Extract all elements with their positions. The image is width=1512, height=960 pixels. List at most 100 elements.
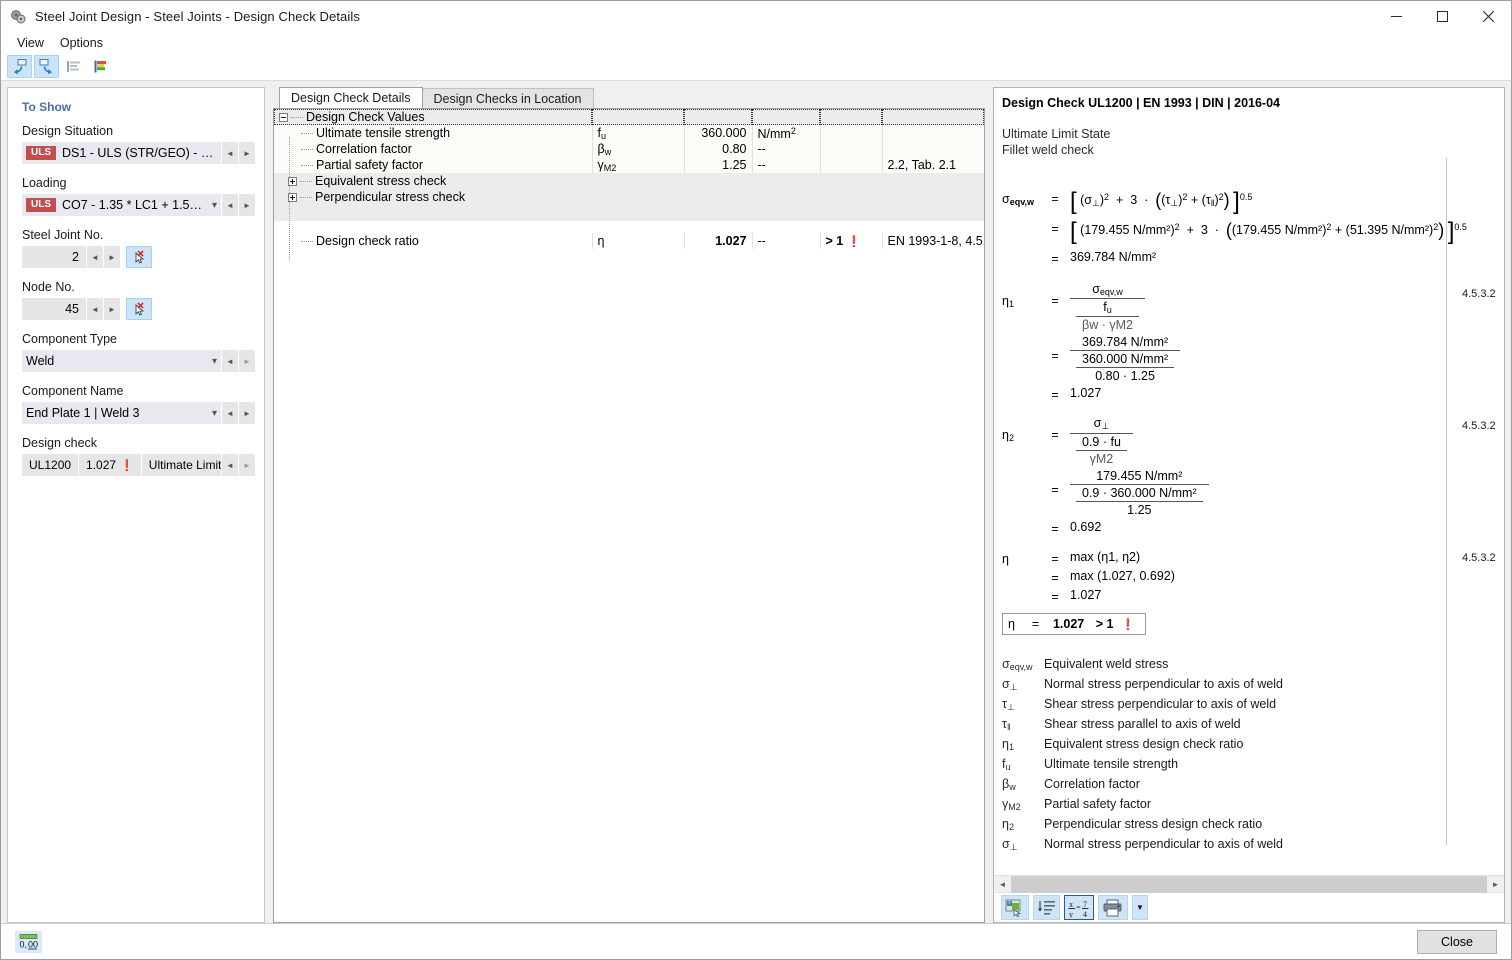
eta2-result: 0.692 [1070, 520, 1102, 534]
design-check-next-button[interactable]: ► [238, 454, 255, 476]
design-situation-prev-button[interactable]: ◄ [221, 142, 238, 164]
expand-icon[interactable] [288, 177, 297, 187]
node-no-input[interactable]: 45 [22, 298, 86, 320]
navigate-back-icon[interactable] [7, 55, 32, 78]
eta-symbol: η [1002, 552, 1009, 566]
insert-picture-icon[interactable] [1001, 895, 1029, 920]
navigate-forward-icon[interactable] [34, 55, 59, 78]
detail-horizontal-scrollbar[interactable]: ◄ ► [994, 875, 1504, 893]
table-group-header[interactable]: Design Check Values [274, 109, 984, 125]
eta1-symbolic-fraction: σeqv,w fu βw · γM2 [1070, 282, 1145, 332]
pick-from-model-icon[interactable] [126, 298, 152, 320]
scroll-right-arrow-icon[interactable]: ► [1487, 876, 1504, 893]
scrollbar-thumb[interactable] [1011, 875, 1487, 893]
collapse-icon[interactable] [279, 113, 288, 123]
scrollbar-track[interactable] [1011, 875, 1487, 893]
loading-prev-button[interactable]: ◄ [221, 194, 238, 216]
steel-joint-no-prev-button[interactable]: ◄ [86, 246, 103, 268]
svg-text:00: 00 [28, 939, 38, 949]
row-symbol-sub: u [600, 130, 606, 141]
row-label: Ultimate tensile strength [316, 126, 451, 140]
warning-icon: ❗ [1120, 619, 1135, 631]
numbered-list-icon[interactable] [1033, 895, 1060, 920]
group-label: Perpendicular stress check [315, 190, 466, 204]
design-situation-next-button[interactable]: ► [238, 142, 255, 164]
eta-result: 1.027 [1070, 588, 1102, 602]
steel-joint-no-label: Steel Joint No. [22, 228, 104, 242]
close-window-button[interactable] [1465, 1, 1511, 32]
eta-numeric: max (1.027, 0.692) [1070, 569, 1175, 583]
close-button[interactable]: Close [1417, 929, 1497, 954]
maximize-button[interactable] [1419, 1, 1465, 32]
colored-diagram-icon[interactable] [88, 55, 113, 78]
table-row[interactable]: Partial safety factor γM2 1.25 -- 2.2, T… [274, 157, 984, 173]
row-value: 1.25 [684, 157, 753, 173]
component-type-group: Component Type Weld ▾ ◄ ► [17, 332, 255, 372]
list-view-icon[interactable] [61, 55, 86, 78]
eta2-reference: 4.5.3.2 [1462, 420, 1496, 432]
legend-item: fu Ultimate tensile strength [1002, 757, 1179, 772]
expand-icon[interactable] [288, 193, 297, 203]
steel-joint-no-input[interactable]: 2 [22, 246, 86, 268]
scroll-left-arrow-icon[interactable]: ◄ [994, 876, 1011, 893]
app-window: Steel Joint Design - Steel Joints - Desi… [0, 0, 1512, 960]
tab-design-check-details[interactable]: Design Check Details [279, 87, 423, 108]
table-group-collapsed[interactable]: Equivalent stress check [274, 173, 984, 189]
node-no-next-button[interactable]: ► [103, 298, 120, 320]
design-situation-select[interactable]: ULS DS1 - ULS (STR/GEO) - Permane... [22, 142, 221, 164]
component-name-select[interactable]: End Plate 1 | Weld 3 ▾ [22, 402, 221, 424]
component-name-next-button[interactable]: ► [238, 402, 255, 424]
minimize-button[interactable] [1373, 1, 1419, 32]
legend-item: σ⊥ Normal stress perpendicular to axis of… [1002, 837, 1283, 852]
decimal-places-icon[interactable]: 0, 00 [15, 930, 42, 953]
main-body: To Show Design Situation ULS DS1 - ULS (… [1, 81, 1511, 923]
node-no-prev-button[interactable]: ◄ [86, 298, 103, 320]
row-label: Correlation factor [316, 142, 412, 156]
loading-next-button[interactable]: ► [238, 194, 255, 216]
print-icon[interactable] [1098, 895, 1128, 920]
steel-joint-no-next-button[interactable]: ► [103, 246, 120, 268]
main-toolbar [1, 53, 1511, 81]
sigma-eqv-subscript: eqv,w [1009, 197, 1035, 207]
legend-item: η2 Perpendicular stress design check rati… [1002, 817, 1263, 832]
node-no-group: Node No. 45 ◄ ► [17, 280, 255, 320]
legend-item: σ⊥ Normal stress perpendicular to axis of… [1002, 677, 1283, 692]
loading-label: Loading [22, 176, 67, 190]
group-label: Design Check Values [306, 110, 425, 124]
eta1-subscript: 1 [1008, 299, 1014, 309]
detail-panel: Design Check UL1200 | EN 1993 | DIN | 20… [993, 87, 1505, 923]
design-check-ratio: 1.027 ❗ [86, 458, 134, 472]
chevron-down-icon: ▾ [211, 199, 217, 211]
print-dropdown-icon[interactable]: ▼ [1132, 895, 1148, 920]
tab-design-checks-in-location[interactable]: Design Checks in Location [421, 88, 594, 108]
component-name-group: Component Name End Plate 1 | Weld 3 ▾ ◄ … [17, 384, 255, 424]
component-type-prev-button[interactable]: ◄ [221, 350, 238, 372]
menu-view[interactable]: View [9, 34, 52, 52]
loading-select[interactable]: ULS CO7 - 1.35 * LC1 + 1.50 * LC5... ▾ [22, 194, 221, 216]
sigma-eqv-exponent: 0.5 [1239, 192, 1253, 202]
component-name-prev-button[interactable]: ◄ [221, 402, 238, 424]
center-panel: Design Check Details Design Checks in Lo… [273, 87, 985, 923]
table-row[interactable]: Ultimate tensile strength fu 360.000 N/m… [274, 125, 984, 141]
menu-options[interactable]: Options [52, 34, 111, 52]
component-type-select[interactable]: Weld ▾ [22, 350, 221, 372]
formula-xy-icon[interactable]: x y = 7 4 [1064, 895, 1094, 920]
loading-value: CO7 - 1.35 * LC1 + 1.50 * LC5... [62, 198, 206, 212]
sidebar-splitter[interactable] [265, 87, 273, 923]
component-type-label: Component Type [22, 332, 117, 346]
design-check-prev-button[interactable]: ◄ [221, 454, 238, 476]
pick-from-model-icon[interactable] [126, 246, 152, 268]
legend-item: βw Correlation factor [1002, 777, 1140, 792]
row-label: Partial safety factor [316, 158, 423, 172]
design-check-ratio-row[interactable]: Design check ratio η 1.027 -- > 1 ❗ EN 19… [274, 233, 984, 249]
row-unit: -- [757, 158, 766, 172]
svg-text:x: x [1069, 900, 1073, 909]
table-group-collapsed[interactable]: Perpendicular stress check [274, 189, 984, 205]
design-check-description: Ultimate Limit Sta... [148, 458, 221, 472]
row-compare: > 1 [825, 234, 844, 248]
legend-item: τ‖ Shear stress parallel to axis of weld [1002, 717, 1241, 732]
table-row[interactable]: Correlation factor βw 0.80 -- [274, 141, 984, 157]
detail-toolbar: x y = 7 4 ▼ [994, 892, 1504, 922]
component-type-next-button[interactable]: ► [238, 350, 255, 372]
design-check-select[interactable]: UL1200 1.027❗ Ultimate Limit Sta... [22, 454, 221, 476]
